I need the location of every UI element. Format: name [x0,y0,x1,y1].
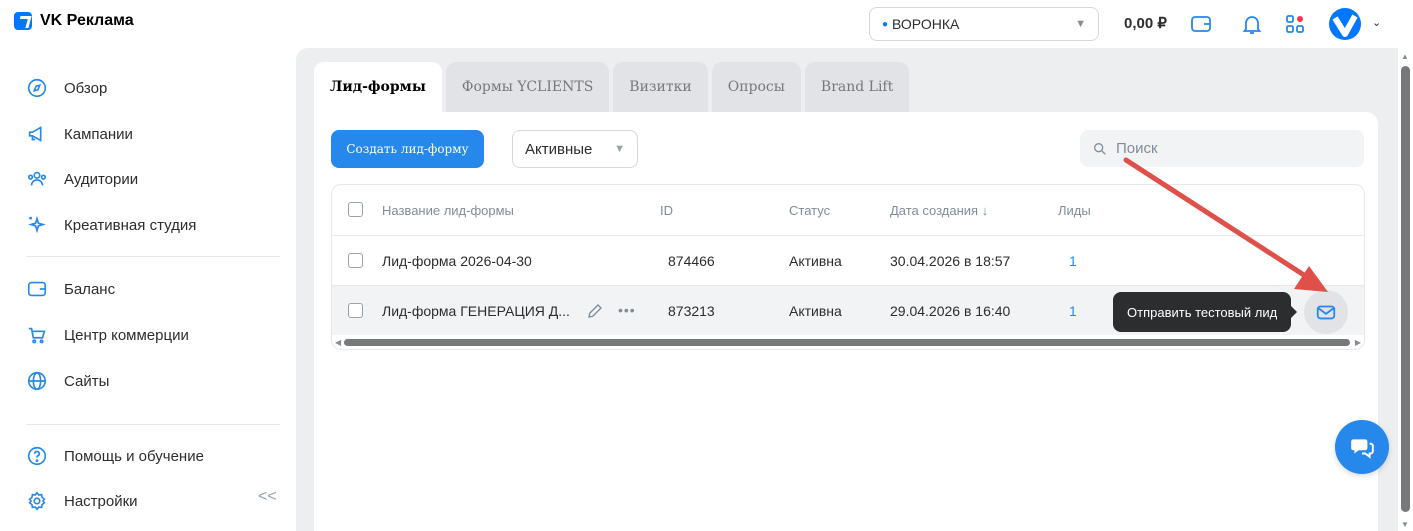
tab-bar: Лид-формы Формы YCLIENTS Визитки Опросы … [314,62,910,112]
form-status: Активна [789,253,842,269]
sidebar-item-overview[interactable]: Обзор [26,77,107,99]
horizontal-scrollbar[interactable]: ◀ ▶ [332,335,1364,349]
form-status: Активна [789,303,842,319]
globe-icon [27,371,47,391]
top-bar: VK Реклама ● ВОРОНКА ▼ 0,00 ₽ ⌄ [0,0,1413,48]
scroll-down-icon[interactable]: ▼ [1401,520,1409,529]
divider [26,256,280,257]
chevron-down-icon: ▼ [1075,18,1086,30]
sidebar-item-balance[interactable]: Баланс [26,278,115,300]
account-select[interactable]: ● ВОРОНКА ▼ [869,7,1099,41]
collapse-sidebar-button[interactable]: << [258,488,277,506]
app-title: VK Реклама [40,12,134,29]
form-name[interactable]: Лид-форма 2026-04-30 [382,236,532,286]
table-row[interactable]: Лид-форма 2026-04-30 874466 Активна 30.0… [332,235,1364,285]
tooltip: Отправить тестовый лид [1113,292,1297,332]
mail-icon [1316,305,1336,320]
column-header-date[interactable]: Дата создания ↓ [890,185,988,235]
create-lead-form-button[interactable]: Создать лид-форму [331,130,484,168]
sidebar-item-label: Настройки [64,492,138,510]
help-icon [27,446,47,466]
form-date: 30.04.2026 в 18:57 [890,253,1011,269]
users-icon [27,171,47,186]
row-checkbox[interactable] [348,253,363,268]
sparkle-icon [28,215,46,234]
scroll-left-icon[interactable]: ◀ [335,338,341,347]
status-filter-select[interactable]: Активные ▼ [512,130,638,168]
table-header: Название лид-формы ID Статус Дата создан… [332,185,1364,235]
cart-icon [28,327,46,344]
scroll-thumb[interactable] [344,339,1350,346]
chat-icon [1351,439,1374,459]
sidebar-item-help[interactable]: Помощь и обучение [26,445,204,467]
select-all-checkbox[interactable] [348,202,363,217]
send-test-lead-button[interactable] [1304,290,1348,334]
logo[interactable]: VK Реклама [14,12,134,30]
search-placeholder: Поиск [1116,140,1158,157]
form-id: 874466 [668,253,715,269]
form-date: 29.04.2026 в 16:40 [890,303,1011,319]
column-header-id[interactable]: ID [660,185,673,235]
pencil-icon[interactable] [586,302,604,320]
vk-logo-icon [14,12,32,30]
megaphone-icon [28,126,42,142]
chat-button[interactable] [1335,420,1389,474]
bell-icon[interactable] [1240,12,1264,36]
sidebar-item-label: Обзор [64,79,108,97]
sidebar-item-settings[interactable]: Настройки [26,490,138,512]
column-header-leads[interactable]: Лиды [1058,185,1091,235]
form-leads-link[interactable]: 1 [1069,286,1077,336]
balance-value: 0,00 ₽ [1124,15,1167,32]
column-header-name[interactable]: Название лид-формы [382,185,514,235]
sidebar-item-label: Центр коммерции [64,326,189,344]
compass-icon [27,78,47,98]
tab-lead-forms[interactable]: Лид-формы [314,62,442,112]
chevron-down-icon[interactable]: ⌄ [1372,16,1381,29]
scroll-thumb[interactable] [1401,66,1410,512]
tab-yclients-forms[interactable]: Формы YCLIENTS [445,62,610,112]
form-id: 873213 [668,303,715,319]
form-name[interactable]: Лид-форма ГЕНЕРАЦИЯ Д... [382,286,570,336]
tab-brand-lift[interactable]: Brand Lift [804,62,910,112]
column-header-status[interactable]: Статус [789,185,830,235]
sidebar-item-label: Сайты [64,372,110,390]
sidebar-item-label: Баланс [64,280,116,298]
search-icon [1094,142,1106,155]
user-icon: ● [882,18,889,30]
wallet-icon[interactable] [1189,12,1213,36]
sidebar-item-creative-studio[interactable]: Креативная студия [26,214,196,236]
sidebar-item-audiences[interactable]: Аудитории [26,168,138,190]
vertical-scrollbar[interactable]: ▲ ▼ [1398,48,1413,531]
sidebar-item-label: Помощь и обучение [64,447,204,465]
filter-value: Активные [525,140,593,158]
sidebar-item-label: Креативная студия [64,216,197,234]
account-name: ВОРОНКА [892,16,960,32]
row-checkbox[interactable] [348,303,363,318]
sidebar: Обзор Кампании Аудитории Креативная студ… [0,48,296,531]
sidebar-item-label: Аудитории [64,170,139,188]
tab-business-cards[interactable]: Визитки [613,62,708,112]
sidebar-item-commerce[interactable]: Центр коммерции [26,324,189,346]
form-leads-link[interactable]: 1 [1069,236,1077,286]
avatar[interactable] [1329,8,1361,40]
more-icon[interactable]: ••• [618,302,636,318]
main-content: Лид-формы Формы YCLIENTS Визитки Опросы … [296,48,1398,531]
scroll-up-icon[interactable]: ▲ [1401,52,1409,61]
scroll-right-icon[interactable]: ▶ [1355,338,1361,347]
wallet-icon [27,281,47,297]
apps-icon[interactable] [1283,12,1307,36]
sidebar-item-campaigns[interactable]: Кампании [26,123,133,145]
sidebar-item-sites[interactable]: Сайты [26,370,109,392]
divider [26,424,280,425]
tab-surveys[interactable]: Опросы [711,62,801,112]
chevron-down-icon: ▼ [614,143,625,155]
search-input[interactable]: Поиск [1080,130,1364,167]
gear-icon [28,491,46,511]
sidebar-item-label: Кампании [64,125,133,143]
